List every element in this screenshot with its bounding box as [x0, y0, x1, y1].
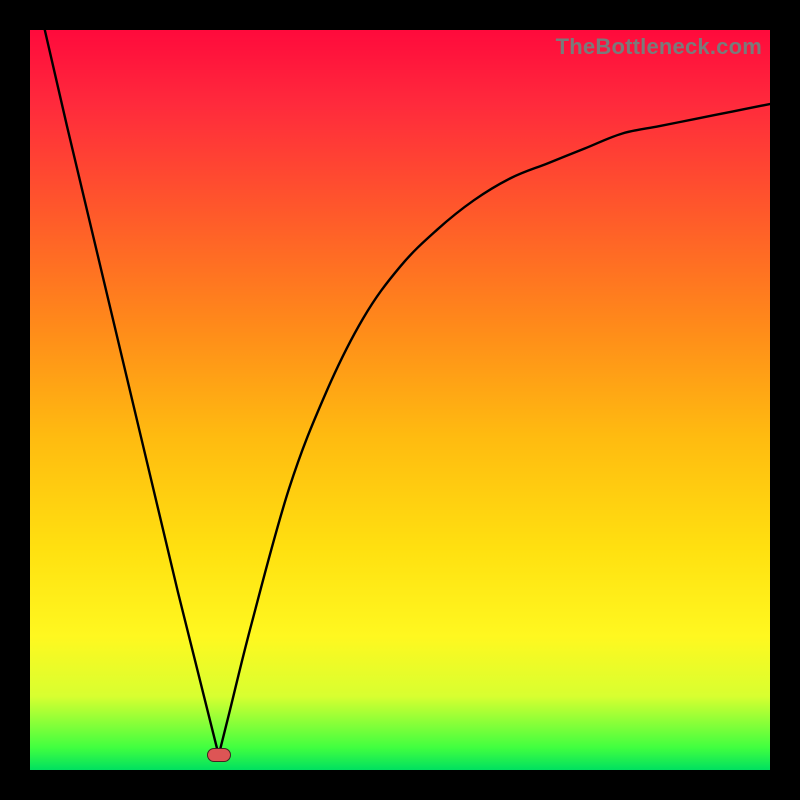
chart-frame: TheBottleneck.com — [0, 0, 800, 800]
minimum-marker — [207, 748, 231, 762]
plot-area: TheBottleneck.com — [30, 30, 770, 770]
v-curve-path — [45, 30, 770, 755]
curve-svg — [30, 30, 770, 770]
